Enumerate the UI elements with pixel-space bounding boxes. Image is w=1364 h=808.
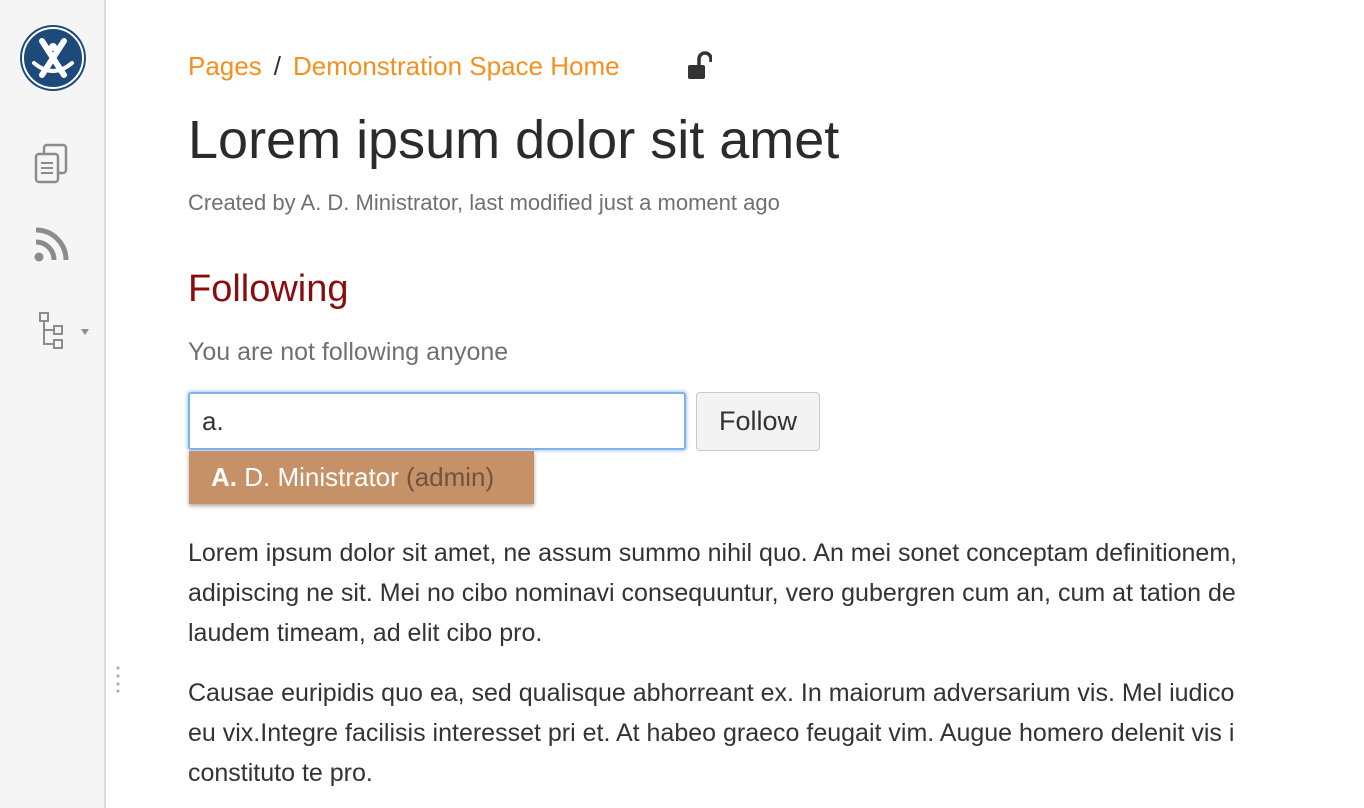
sidebar — [0, 0, 106, 808]
rss-feed-icon[interactable] — [34, 226, 70, 267]
paragraph-line: eu vix.Integre facilisis interesset pri … — [188, 719, 1235, 747]
follow-button[interactable]: Follow — [696, 392, 820, 451]
paragraph-line: Lorem ipsum dolor sit amet, ne assum sum… — [188, 539, 1238, 567]
paragraph-line: Causae euripidis quo ea, sed qualisque a… — [188, 679, 1235, 707]
following-heading: Following — [188, 268, 349, 310]
page-byline: Created by A. D. Ministrator, last modif… — [188, 190, 780, 215]
confluence-logo-icon[interactable] — [20, 25, 86, 91]
paragraph-line: constituto te pro. — [188, 759, 373, 787]
suggestion-username: (admin) — [406, 462, 495, 492]
paragraph-line: laudem timeam, ad elit cibo pro. — [188, 619, 543, 647]
pages-icon[interactable] — [32, 142, 70, 191]
content-paragraph: Lorem ipsum dolor sit amet, ne assum sum… — [188, 533, 1364, 653]
page-title: Lorem ipsum dolor sit amet — [188, 110, 840, 170]
user-suggestion-item[interactable]: A. D. Ministrator (admin) — [189, 451, 534, 504]
content-paragraph: Causae euripidis quo ea, sed qualisque a… — [188, 673, 1364, 793]
sidebar-resize-handle[interactable] — [116, 665, 120, 693]
unlock-icon[interactable] — [686, 51, 713, 86]
breadcrumb-pages-link[interactable]: Pages — [188, 51, 262, 81]
breadcrumb: Pages / Demonstration Space Home — [188, 50, 620, 82]
following-status: You are not following anyone — [188, 338, 509, 366]
breadcrumb-space-home-link[interactable]: Demonstration Space Home — [293, 51, 620, 81]
suggestion-name-text: D. Ministrator — [237, 462, 399, 492]
suggestion-match-text: A. — [211, 462, 237, 492]
breadcrumb-separator: / — [273, 51, 281, 81]
page-tree-icon[interactable] — [38, 311, 96, 356]
follow-user-input[interactable] — [188, 392, 686, 450]
paragraph-line: adipiscing ne sit. Mei no cibo nominavi … — [188, 579, 1236, 607]
